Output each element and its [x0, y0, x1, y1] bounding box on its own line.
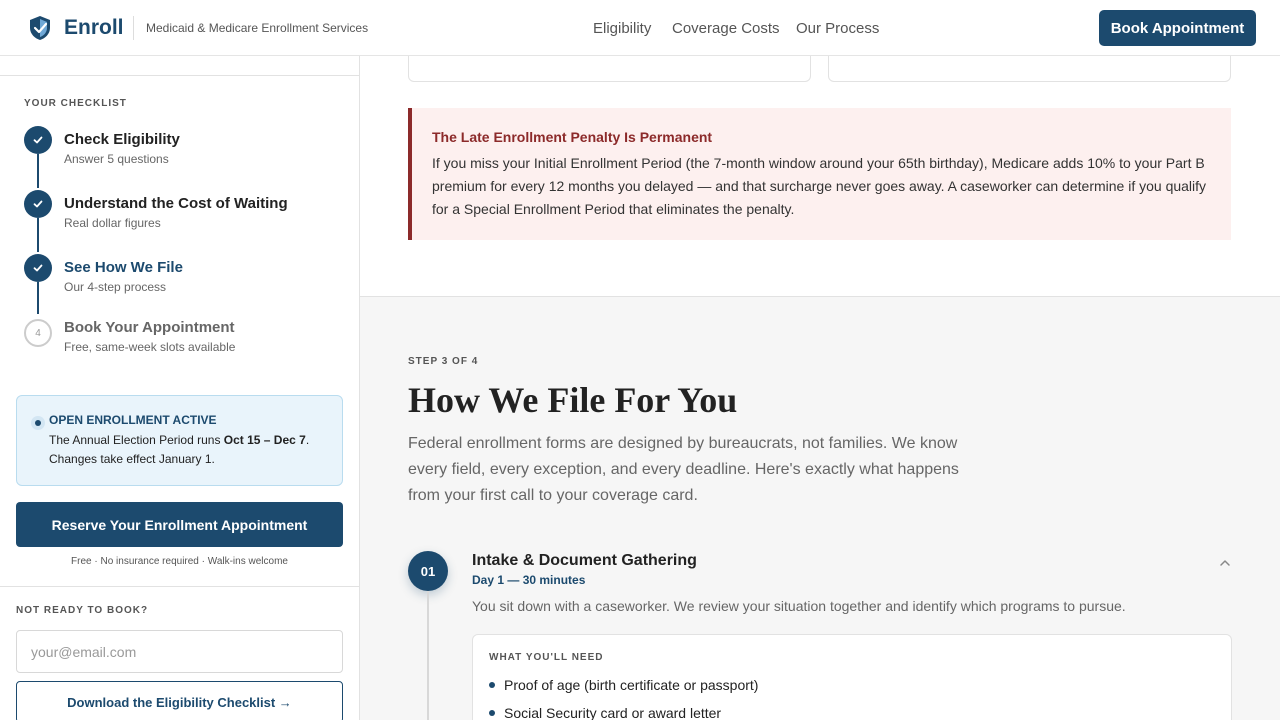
- book-appointment-button[interactable]: Book Appointment: [1099, 10, 1256, 46]
- status-dot-icon: [31, 416, 45, 430]
- process-intro: Federal enrollment forms are designed by…: [408, 435, 959, 504]
- step-1-subtitle: Answer 5 questions: [64, 152, 169, 166]
- penalty-text: If you miss your Initial Enrollment Peri…: [432, 155, 1207, 217]
- step-4-title[interactable]: Book Your Appointment: [64, 319, 235, 336]
- reserve-appointment-button[interactable]: Reserve Your Enrollment Appointment: [16, 502, 343, 547]
- enrollment-title: OPEN ENROLLMENT ACTIVE: [49, 413, 217, 427]
- requirements-card: WHAT YOU'LL NEED Proof of age (birth cer…: [472, 634, 1232, 720]
- main-content: The Late Enrollment Penalty Is Permanent…: [360, 56, 1280, 720]
- top-header: Enroll Medicaid & Medicare Enrollment Se…: [0, 0, 1280, 56]
- process-step-number: 01: [408, 551, 448, 591]
- nav-coverage-costs[interactable]: Coverage Costs: [672, 20, 780, 37]
- bullet-icon: [489, 710, 495, 716]
- nav-our-process[interactable]: Our Process: [796, 20, 879, 37]
- sidebar: YOUR CHECKLIST Check Eligibility Answer …: [0, 56, 360, 720]
- cost-card: [408, 56, 811, 82]
- step-connector: [37, 282, 39, 314]
- reserve-fine-print: Free · No insurance required · Walk-ins …: [71, 556, 288, 567]
- enrollment-dates: Oct 15 – Dec 7: [223, 433, 306, 447]
- step-3-title[interactable]: See How We File: [64, 259, 183, 276]
- process-section: STEP 3 OF 4 How We File For You Federal …: [360, 297, 1280, 720]
- penalty-title: The Late Enrollment Penalty Is Permanent: [432, 129, 713, 145]
- cost-section: The Late Enrollment Penalty Is Permanent…: [360, 56, 1280, 297]
- brand-name[interactable]: Enroll: [64, 16, 124, 40]
- nav-eligibility[interactable]: Eligibility: [593, 20, 651, 37]
- enrollment-text-before: The Annual Election Period runs: [49, 433, 224, 447]
- open-enrollment-notice: OPEN ENROLLMENT ACTIVE The Annual Electi…: [16, 395, 343, 486]
- list-item-text: Proof of age (birth certificate or passp…: [504, 677, 759, 693]
- brand-divider: [133, 16, 134, 40]
- not-ready-label: NOT READY TO BOOK?: [16, 605, 149, 616]
- sidebar-divider: [0, 586, 359, 587]
- list-item-text: Social Security card or award letter: [504, 705, 722, 720]
- bullet-icon: [489, 682, 495, 688]
- brand-tagline: Medicaid & Medicare Enrollment Services: [146, 21, 369, 35]
- process-step-description: You sit down with a caseworker. We revie…: [472, 598, 1126, 614]
- chevron-up-icon[interactable]: [1218, 556, 1232, 570]
- step-3-subtitle: Our 4-step process: [64, 280, 167, 294]
- step-4-number: 4: [24, 319, 52, 347]
- checklist-label: YOUR CHECKLIST: [24, 98, 127, 109]
- cost-card: [828, 56, 1231, 82]
- step-3-done-icon: [24, 254, 52, 282]
- step-4-subtitle: Free, same-week slots available: [64, 340, 236, 354]
- email-input[interactable]: [16, 630, 343, 673]
- list-item: Proof of age (birth certificate or passp…: [489, 677, 758, 693]
- process-step-time: Day 1 — 30 minutes: [472, 573, 586, 587]
- sidebar-divider: [0, 75, 359, 76]
- shield-logo-icon[interactable]: [28, 15, 52, 41]
- download-checklist-button[interactable]: Download the Eligibility Checklist →: [16, 681, 343, 720]
- timeline-line: [427, 591, 429, 720]
- enrollment-text: The Annual Election Period runs Oct 15 –…: [49, 431, 334, 469]
- step-1-done-icon: [24, 126, 52, 154]
- process-step-title[interactable]: Intake & Document Gathering: [472, 552, 697, 570]
- step-2-title[interactable]: Understand the Cost of Waiting: [64, 195, 288, 212]
- page-title: How We File For You: [408, 380, 738, 420]
- step-2-done-icon: [24, 190, 52, 218]
- step-indicator: STEP 3 OF 4: [408, 356, 479, 367]
- step-2-subtitle: Real dollar figures: [64, 216, 161, 230]
- requirements-label: WHAT YOU'LL NEED: [489, 652, 604, 663]
- step-connector: [37, 154, 39, 188]
- step-connector: [37, 218, 39, 252]
- step-1-title[interactable]: Check Eligibility: [64, 131, 180, 148]
- list-item: Social Security card or award letter: [489, 705, 721, 720]
- penalty-callout: The Late Enrollment Penalty Is Permanent…: [408, 108, 1231, 240]
